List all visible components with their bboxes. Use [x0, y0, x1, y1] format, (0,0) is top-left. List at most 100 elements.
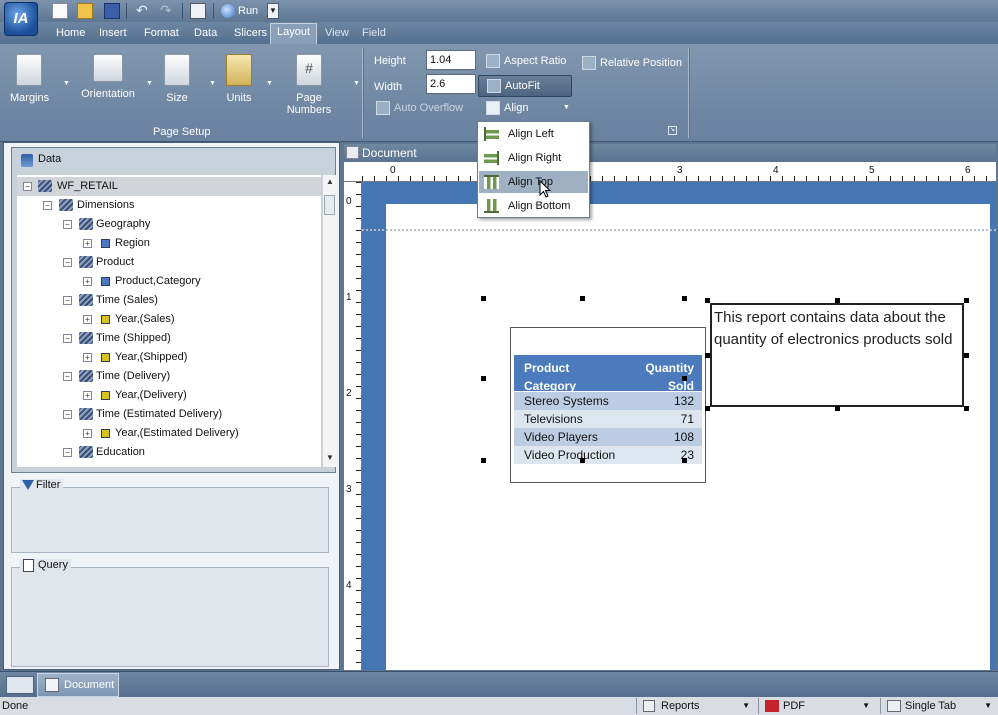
collapse-icon[interactable]: − [63, 258, 72, 267]
expand-icon[interactable]: + [83, 391, 92, 400]
menu-item-align-right[interactable]: Align Right [479, 147, 588, 169]
new-document-icon[interactable] [52, 3, 68, 19]
dialog-launcher-icon[interactable]: ↘ [668, 126, 677, 135]
resize-handle[interactable] [682, 458, 687, 463]
relative-position-button[interactable]: Relative Position [582, 54, 682, 72]
page-numbers-dropdown-arrow[interactable]: ▼ [353, 80, 360, 87]
tree-node-year-shipped[interactable]: + Year,(Shipped) [81, 348, 187, 367]
tab-data[interactable]: Data [194, 26, 217, 44]
align-dropdown-arrow[interactable]: ▼ [563, 104, 570, 111]
tree-node-wf-retail[interactable]: − WF_RETAIL [17, 177, 321, 196]
tab-insert[interactable]: Insert [99, 26, 127, 44]
resize-handle[interactable] [705, 298, 710, 303]
aspect-ratio-button[interactable]: Aspect Ratio [486, 52, 566, 70]
scroll-down-arrow-icon[interactable]: ▼ [325, 453, 335, 465]
undo-icon[interactable]: ↶ [136, 3, 152, 19]
menu-item-align-bottom[interactable]: Align Bottom [479, 195, 588, 217]
collapse-icon[interactable]: − [63, 334, 72, 343]
resize-handle[interactable] [964, 353, 969, 358]
output-format-dropdown[interactable]: PDF ▼ [758, 698, 874, 714]
print-preview-icon[interactable] [190, 3, 206, 19]
open-folder-icon[interactable] [77, 3, 93, 19]
collapse-icon[interactable]: − [63, 448, 72, 457]
resize-handle[interactable] [580, 458, 585, 463]
collapse-icon[interactable]: − [63, 410, 72, 419]
tab-layout[interactable]: Layout [270, 23, 318, 44]
tree-scrollbar[interactable]: ▲ ▼ [322, 175, 336, 467]
resize-handle[interactable] [682, 296, 687, 301]
resize-handle[interactable] [705, 406, 710, 411]
tree-node-product[interactable]: − Product [61, 253, 134, 272]
redo-icon[interactable]: ↷ [160, 3, 176, 19]
tree-node-time-estimated-delivery[interactable]: − Time (Estimated Delivery) [61, 405, 222, 424]
collapse-icon[interactable]: − [63, 220, 72, 229]
size-dropdown-arrow[interactable]: ▼ [209, 80, 216, 87]
tree-node-geography[interactable]: − Geography [61, 215, 150, 234]
scroll-up-arrow-icon[interactable]: ▲ [325, 177, 335, 189]
resize-handle[interactable] [964, 298, 969, 303]
expand-icon[interactable]: + [83, 277, 92, 286]
tree-node-education[interactable]: − Education [61, 443, 145, 462]
orientation-dropdown-arrow[interactable]: ▼ [146, 80, 153, 87]
width-input[interactable]: 2.6 [426, 74, 476, 94]
tree-node-year-sales[interactable]: + Year,(Sales) [81, 310, 175, 329]
window-list-icon[interactable] [6, 676, 34, 694]
tab-home[interactable]: Home [56, 26, 85, 44]
filter-panel[interactable]: Filter [11, 479, 329, 553]
autofit-button[interactable]: AutoFit [478, 75, 572, 97]
resize-handle[interactable] [682, 376, 687, 381]
expand-icon[interactable]: + [83, 239, 92, 248]
run-dropdown-arrow[interactable]: ▼ [267, 3, 279, 19]
resize-handle[interactable] [964, 406, 969, 411]
resize-handle[interactable] [835, 406, 840, 411]
layout-mode-dropdown[interactable]: Single Tab ▼ [880, 698, 996, 714]
collapse-icon[interactable]: − [43, 201, 52, 210]
collapse-icon[interactable]: − [63, 296, 72, 305]
text-box-object[interactable]: This report contains data about the quan… [710, 303, 964, 407]
tree-node-region[interactable]: + Region [81, 234, 150, 253]
resize-handle[interactable] [705, 353, 710, 358]
query-panel[interactable]: Query [11, 559, 329, 667]
page-numbers-button[interactable]: # Page Numbers [286, 54, 332, 116]
height-input[interactable]: 1.04 [426, 50, 476, 70]
tree-node-product-category[interactable]: + Product,Category [81, 272, 201, 291]
tab-view[interactable]: View [325, 26, 349, 44]
collapse-icon[interactable]: − [63, 372, 72, 381]
expand-icon[interactable]: + [83, 315, 92, 324]
size-button[interactable]: Size [162, 54, 192, 104]
collapse-icon[interactable]: − [23, 182, 32, 191]
expand-icon[interactable]: + [83, 353, 92, 362]
report-page[interactable]: Product Category Quantity Sold Stereo Sy… [362, 204, 996, 670]
document-canvas[interactable]: Product Category Quantity Sold Stereo Sy… [362, 182, 996, 670]
app-logo[interactable]: IA [4, 2, 38, 36]
tab-format[interactable]: Format [144, 26, 179, 44]
margins-dropdown-arrow[interactable]: ▼ [63, 80, 70, 87]
margins-button[interactable]: Margins [10, 54, 49, 104]
resize-handle[interactable] [835, 298, 840, 303]
document-window-tab[interactable]: Document [37, 673, 119, 697]
orientation-button[interactable]: Orientation [78, 54, 138, 100]
units-dropdown-arrow[interactable]: ▼ [266, 80, 273, 87]
auto-overflow-button[interactable]: Auto Overflow [376, 99, 463, 117]
report-object[interactable]: Product Category Quantity Sold Stereo Sy… [510, 327, 706, 483]
tab-slicers[interactable]: Slicers [234, 26, 267, 44]
align-button[interactable]: Align [486, 99, 528, 117]
tree-node-time-delivery[interactable]: − Time (Delivery) [61, 367, 170, 386]
tab-field[interactable]: Field [362, 26, 386, 44]
resize-handle[interactable] [481, 296, 486, 301]
scroll-thumb[interactable] [324, 195, 335, 215]
expand-icon[interactable]: + [83, 429, 92, 438]
tree-node-dimensions[interactable]: − Dimensions [41, 196, 134, 215]
resize-handle[interactable] [481, 376, 486, 381]
run-button[interactable]: Run [218, 2, 264, 20]
resize-handle[interactable] [481, 458, 486, 463]
tree-node-time-sales[interactable]: − Time (Sales) [61, 291, 158, 310]
tree-node-time-shipped[interactable]: − Time (Shipped) [61, 329, 171, 348]
resize-handle[interactable] [580, 296, 585, 301]
menu-item-align-top[interactable]: Align Top [479, 171, 588, 193]
save-icon[interactable] [104, 3, 120, 19]
tree-node-year-delivery[interactable]: + Year,(Delivery) [81, 386, 187, 405]
reports-dropdown[interactable]: Reports ▼ [636, 698, 754, 714]
tree-node-year-estimated-delivery[interactable]: + Year,(Estimated Delivery) [81, 424, 239, 443]
units-button[interactable]: Units [224, 54, 254, 104]
